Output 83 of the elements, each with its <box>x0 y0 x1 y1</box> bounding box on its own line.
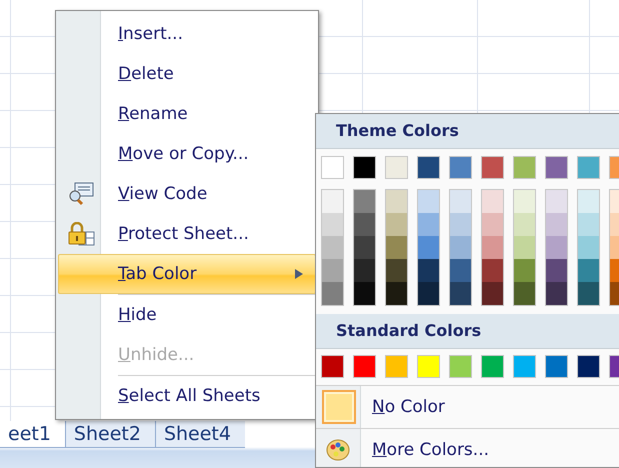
color-swatch[interactable] <box>386 282 407 305</box>
color-swatch[interactable] <box>418 259 439 282</box>
color-swatch[interactable] <box>449 156 472 179</box>
color-swatch[interactable] <box>322 236 343 259</box>
more-colors-option[interactable]: More Colors... <box>372 440 490 460</box>
color-swatch[interactable] <box>546 213 567 236</box>
no-color-swatch[interactable] <box>322 390 356 424</box>
color-swatch[interactable] <box>321 156 344 179</box>
color-swatch[interactable] <box>322 259 343 282</box>
color-swatch[interactable] <box>578 282 599 305</box>
color-swatch[interactable] <box>481 156 504 179</box>
color-swatch[interactable] <box>482 282 503 305</box>
color-swatch[interactable] <box>514 236 535 259</box>
color-swatch[interactable] <box>417 355 440 378</box>
section-heading: Theme Colors <box>316 114 619 149</box>
color-swatch[interactable] <box>450 190 471 213</box>
menu-item[interactable]: Rename <box>58 94 316 134</box>
color-swatch[interactable] <box>385 355 408 378</box>
color-swatch[interactable] <box>545 355 568 378</box>
sheet-tab[interactable]: Sheet4 <box>154 421 245 448</box>
color-swatch[interactable] <box>577 355 600 378</box>
color-swatch[interactable] <box>578 213 599 236</box>
menu-item[interactable]: Hide <box>58 295 316 335</box>
menu-item[interactable]: Insert... <box>58 14 316 54</box>
color-swatch[interactable] <box>514 282 535 305</box>
color-swatch[interactable] <box>514 259 535 282</box>
palette-icon <box>326 439 350 461</box>
color-swatch[interactable] <box>321 355 344 378</box>
color-swatch[interactable] <box>481 355 504 378</box>
menu-item[interactable]: Select All Sheets <box>58 376 316 416</box>
color-swatch[interactable] <box>514 213 535 236</box>
color-swatch[interactable] <box>353 355 376 378</box>
color-swatch[interactable] <box>386 259 407 282</box>
color-swatch[interactable] <box>546 259 567 282</box>
color-swatch[interactable] <box>450 259 471 282</box>
color-swatch[interactable] <box>450 213 471 236</box>
color-swatch[interactable] <box>385 156 408 179</box>
menu-item[interactable]: View Code <box>58 174 316 214</box>
color-swatch[interactable] <box>354 282 375 305</box>
color-swatch[interactable] <box>578 236 599 259</box>
color-swatch[interactable] <box>418 190 439 213</box>
color-swatch[interactable] <box>482 236 503 259</box>
color-swatch[interactable] <box>386 236 407 259</box>
color-swatch[interactable] <box>546 236 567 259</box>
color-swatch[interactable] <box>386 190 407 213</box>
padlock-sheet-icon <box>67 222 95 246</box>
color-swatch[interactable] <box>354 259 375 282</box>
menu-item[interactable]: Tab Color <box>58 254 316 294</box>
color-swatch[interactable] <box>577 156 600 179</box>
color-swatch[interactable] <box>418 282 439 305</box>
color-swatch[interactable] <box>322 213 343 236</box>
submenu-arrow-icon <box>295 269 303 279</box>
color-swatch[interactable] <box>322 190 343 213</box>
color-swatch[interactable] <box>450 282 471 305</box>
sheet-tab[interactable]: Sheet2 <box>64 421 155 448</box>
color-swatch[interactable] <box>354 190 375 213</box>
color-swatch[interactable] <box>354 236 375 259</box>
magnifier-window-icon <box>68 182 94 206</box>
color-swatch[interactable] <box>482 213 503 236</box>
color-swatch[interactable] <box>546 190 567 213</box>
color-swatch[interactable] <box>386 213 407 236</box>
color-swatch[interactable] <box>418 236 439 259</box>
section-heading: Standard Colors <box>316 314 619 349</box>
color-swatch[interactable] <box>353 156 376 179</box>
color-swatch[interactable] <box>322 282 343 305</box>
menu-item[interactable]: Delete <box>58 54 316 94</box>
color-swatch[interactable] <box>354 213 375 236</box>
color-swatch[interactable] <box>513 355 536 378</box>
color-swatch[interactable] <box>578 259 599 282</box>
color-swatch[interactable] <box>482 259 503 282</box>
color-swatch[interactable] <box>482 190 503 213</box>
color-swatch[interactable] <box>545 156 568 179</box>
menu-item[interactable]: Move or Copy... <box>58 134 316 174</box>
color-swatch[interactable] <box>418 213 439 236</box>
color-swatch[interactable] <box>514 190 535 213</box>
no-color-option[interactable]: No Color <box>372 397 445 417</box>
color-swatch[interactable] <box>546 282 567 305</box>
color-swatch[interactable] <box>417 156 440 179</box>
color-swatch[interactable] <box>578 190 599 213</box>
color-swatch[interactable] <box>450 236 471 259</box>
color-swatch[interactable] <box>513 156 536 179</box>
menu-item[interactable]: Protect Sheet... <box>58 214 316 254</box>
color-swatch[interactable] <box>449 355 472 378</box>
